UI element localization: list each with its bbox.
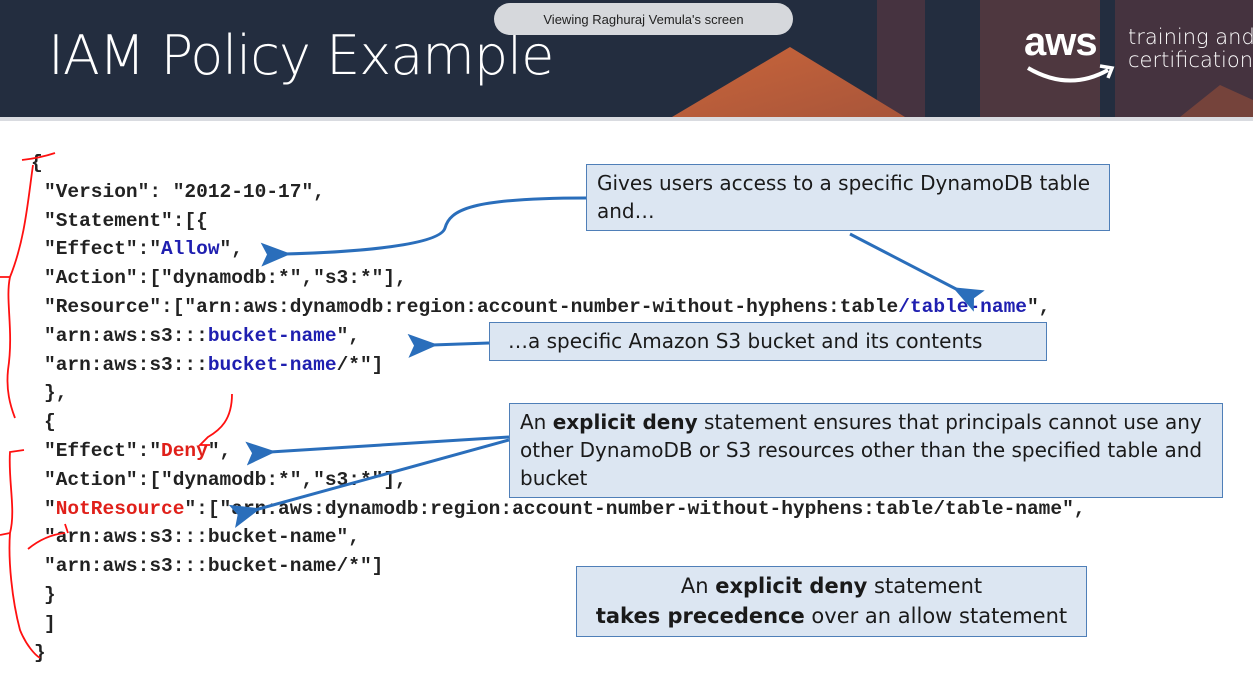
red-brace-1: [0, 164, 34, 419]
arrow-to-table-name: [849, 232, 985, 312]
red-notresource-mark: [27, 523, 69, 550]
callout-arrows: [228, 196, 985, 528]
red-top-mark: [21, 152, 56, 161]
annotation-overlay: [0, 152, 985, 659]
red-brace-2: [0, 449, 41, 659]
red-deny-mark: [197, 393, 233, 446]
arrow-to-allow: [260, 196, 587, 267]
hand-drawn-annotations: [0, 152, 233, 659]
arrow-to-bucket: [407, 333, 490, 358]
